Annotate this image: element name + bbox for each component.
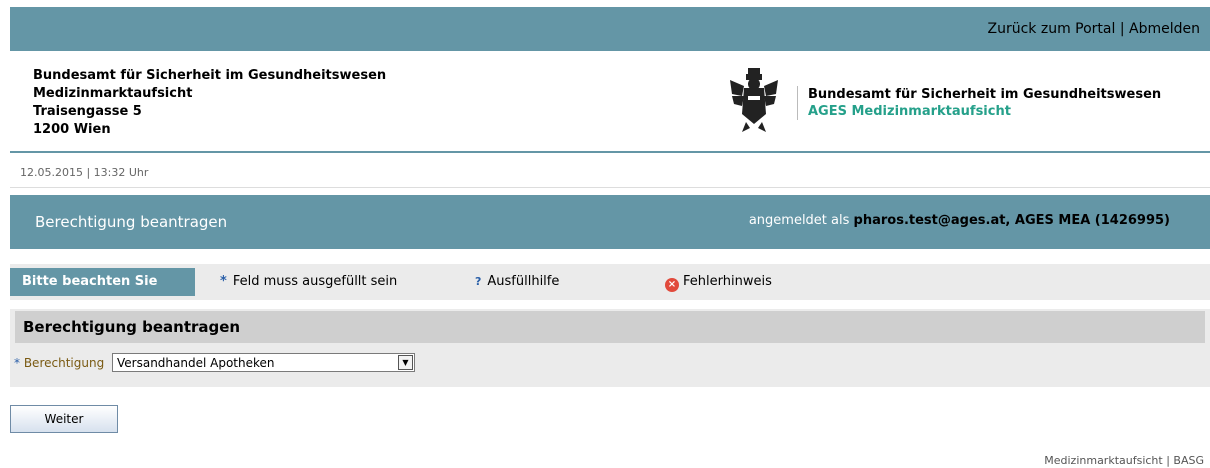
back-to-portal-link[interactable]: Zurück zum Portal	[988, 21, 1116, 37]
address-line-1: Bundesamt für Sicherheit im Gesundheitsw…	[33, 68, 387, 83]
address-line-3: Traisengasse 5	[33, 104, 142, 119]
permission-label-text: Berechtigung	[23, 356, 105, 370]
address-block: Bundesamt für Sicherheit im Gesundheitsw…	[33, 67, 386, 139]
logged-in-prefix: angemeldet als	[748, 213, 850, 228]
permission-form: Berechtigung beantragen * Berechtigung V…	[10, 309, 1210, 387]
legend-bar: Bitte beachten Sie * Feld muss ausgefüllt…	[10, 264, 1210, 300]
help-question-icon: ?	[475, 275, 482, 288]
address-line-4: 1200 Wien	[33, 122, 111, 137]
required-asterisk-icon: *	[14, 356, 20, 370]
permission-select-value: Versandhandel Apotheken	[117, 356, 275, 370]
legend-help: ? Ausfüllhilfe	[475, 274, 559, 289]
legend-required: * Feld muss ausgefüllt sein	[220, 274, 397, 289]
page-title-bar: Berechtigung beantragen angemeldet als p…	[10, 195, 1210, 249]
top-bar: Zurück zum Portal | Abmelden	[10, 7, 1210, 51]
footer-text: Medizinmarktaufsicht | BASG	[1044, 454, 1204, 467]
next-button[interactable]: Weiter	[10, 405, 118, 433]
permission-select[interactable]: Versandhandel Apotheken ▼	[112, 353, 415, 372]
logout-link[interactable]: Abmelden	[1129, 21, 1200, 37]
permission-label: * Berechtigung	[14, 356, 104, 370]
required-asterisk-icon: *	[220, 274, 227, 289]
header-divider	[10, 151, 1210, 153]
organization-name: Bundesamt für Sicherheit im Gesundheitsw…	[808, 87, 1162, 102]
logged-in-username: pharos.test@ages.at, AGES MEA (1426995)	[853, 213, 1170, 228]
address-line-2: Medizinmarktaufsicht	[33, 86, 193, 101]
page-title: Berechtigung beantragen	[35, 213, 228, 231]
legend-error: × Fehlerhinweis	[665, 274, 772, 292]
legend-help-text: Ausfüllhilfe	[487, 274, 560, 289]
legend-required-text: Feld muss ausgefüllt sein	[232, 274, 398, 289]
logged-in-user: angemeldet als pharos.test@ages.at, AGES…	[749, 213, 1170, 228]
form-section-title: Berechtigung beantragen	[15, 311, 1205, 343]
top-links: Zurück zum Portal | Abmelden	[988, 21, 1201, 37]
organization-info: Bundesamt für Sicherheit im Gesundheitsw…	[797, 86, 1161, 120]
dropdown-arrow-icon[interactable]: ▼	[398, 355, 413, 370]
link-separator: |	[1119, 21, 1125, 37]
date-divider	[10, 187, 1210, 188]
date-time: 12.05.2015 | 13:32 Uhr	[20, 166, 149, 179]
legend-tag: Bitte beachten Sie	[10, 268, 195, 296]
error-icon: ×	[665, 278, 679, 292]
austrian-eagle-emblem-icon	[730, 68, 778, 132]
organization-subtitle: AGES Medizinmarktaufsicht	[808, 104, 1011, 119]
legend-error-text: Fehlerhinweis	[683, 274, 772, 289]
